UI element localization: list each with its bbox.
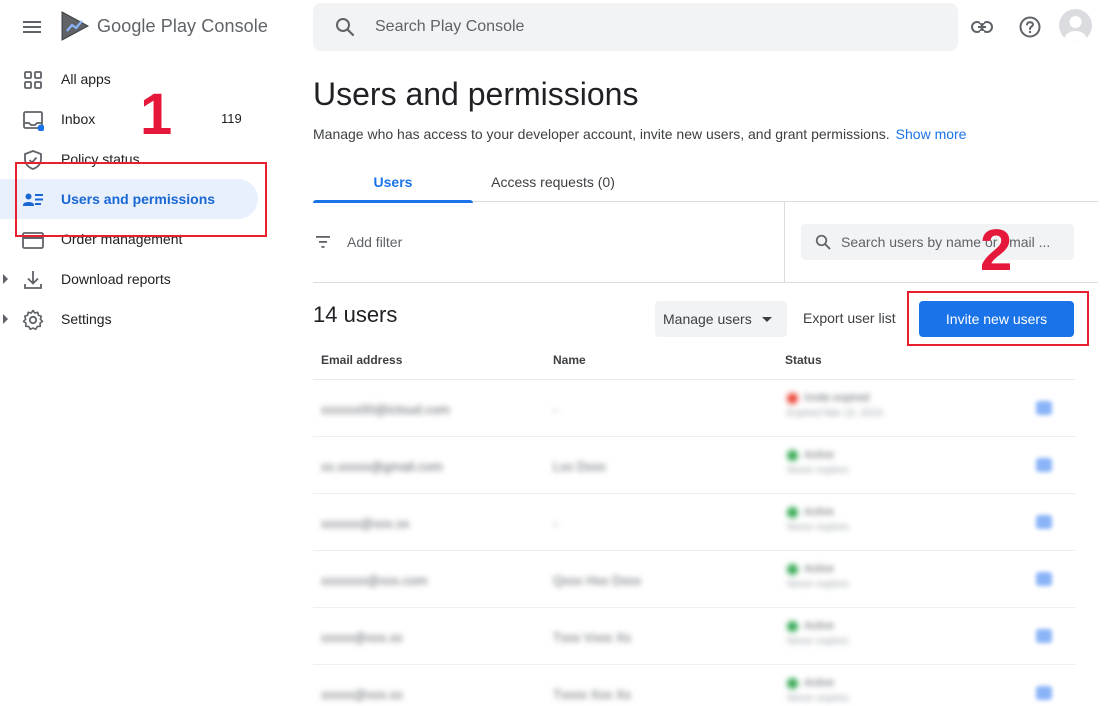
cell-name: Qxxx Hxx Dxxx <box>553 573 642 588</box>
user-search-input[interactable]: Search users by name or email ... <box>801 224 1074 260</box>
status-text: Active <box>804 449 834 461</box>
status-text: Active <box>804 506 834 518</box>
page-title: Users and permissions <box>313 76 639 112</box>
tab-users[interactable]: Users <box>313 162 473 203</box>
cell-name: Lxx Dxxx <box>553 459 606 474</box>
search-placeholder: Search Play Console <box>375 18 525 35</box>
sidebar-item-all-apps[interactable]: All apps <box>0 59 258 99</box>
status-subtext: Never expires <box>787 522 849 533</box>
link-icon[interactable] <box>969 14 995 40</box>
play-console-logo[interactable]: Google Play Console <box>60 10 268 42</box>
help-icon[interactable] <box>1017 14 1043 40</box>
status-subtext: Expired Mar 10, 2023 <box>787 408 883 419</box>
page-description: Manage who has access to your developer … <box>313 126 966 142</box>
manage-users-label: Manage users <box>663 311 752 327</box>
play-console-logo-icon <box>61 11 90 41</box>
cell-email: xxxxx@xxx.xx <box>321 630 403 645</box>
sidebar-item-label: Inbox <box>61 111 96 127</box>
table-row[interactable]: xx.xxxxx@gmail.com Lxx Dxxx Active Never… <box>313 437 1075 494</box>
global-search-input[interactable]: Search Play Console <box>313 3 958 51</box>
annotation-number-2: 2 <box>980 218 1013 283</box>
cell-name: - <box>553 516 558 531</box>
sidebar-item-label: All apps <box>61 71 111 87</box>
export-user-list-button[interactable]: Export user list <box>803 310 896 326</box>
status-subtext: Never expires <box>787 693 849 704</box>
annotation-number-1: 1 <box>140 82 173 147</box>
cell-name: Txxxx Xxx Xx <box>553 687 632 702</box>
account-avatar[interactable] <box>1059 9 1092 42</box>
status-text: Invite expired <box>804 392 870 404</box>
table-row[interactable]: xxxxxxx@xxx.com Qxxx Hxx Dxxx Active Nev… <box>313 551 1075 608</box>
cell-email: xxxxxx00@icloud.com <box>321 402 450 417</box>
hamburger-menu-icon[interactable] <box>22 18 42 36</box>
filter-divider <box>784 202 785 282</box>
show-more-link[interactable]: Show more <box>896 126 967 142</box>
sidebar-item-label: Download reports <box>61 271 171 287</box>
app-title: Google Play Console <box>97 15 269 36</box>
row-action-icon[interactable] <box>1036 686 1052 700</box>
sidebar-item-inbox[interactable]: Inbox 119 <box>0 99 258 139</box>
status-subtext: Never expires <box>787 636 849 647</box>
table-row[interactable]: xxxxx@xxx.xx Txxxx Xxx Xx Active Never e… <box>313 665 1075 706</box>
status-text: Active <box>804 563 834 575</box>
row-action-icon[interactable] <box>1036 401 1052 415</box>
status-dot-icon <box>787 450 798 461</box>
column-header-email[interactable]: Email address <box>321 353 402 367</box>
row-action-icon[interactable] <box>1036 629 1052 643</box>
status-dot-icon <box>787 393 798 404</box>
page-description-text: Manage who has access to your developer … <box>313 126 890 142</box>
tab-access-requests[interactable]: Access requests (0) <box>473 162 633 202</box>
add-filter-label: Add filter <box>347 234 403 250</box>
inbox-count-badge: 119 <box>221 111 242 126</box>
cell-name: Txxx Vxxx Xx <box>553 630 632 645</box>
status-dot-icon <box>787 564 798 575</box>
status-dot-icon <box>787 621 798 632</box>
apps-grid-icon <box>24 71 42 89</box>
row-action-icon[interactable] <box>1036 458 1052 472</box>
row-action-icon[interactable] <box>1036 572 1052 586</box>
status-subtext: Never expires <box>787 465 849 476</box>
inbox-icon <box>23 111 44 131</box>
status-text: Active <box>804 620 834 632</box>
search-icon <box>336 18 355 37</box>
user-search-placeholder: Search users by name or email ... <box>841 234 1051 250</box>
sidebar-item-download-reports[interactable]: Download reports <box>0 259 258 299</box>
expand-caret-icon[interactable] <box>3 274 8 284</box>
cell-name: - <box>553 402 558 417</box>
table-row[interactable]: xxxxx@xxx.xx Txxx Vxxx Xx Active Never e… <box>313 608 1075 665</box>
manage-users-dropdown[interactable]: Manage users <box>655 301 787 337</box>
table-row[interactable]: xxxxxx00@icloud.com - Invite expired Exp… <box>313 380 1075 437</box>
column-header-status[interactable]: Status <box>785 353 822 367</box>
status-dot-icon <box>787 678 798 689</box>
tab-bar: Users Access requests (0) <box>313 162 1098 203</box>
cell-email: xx.xxxxx@gmail.com <box>321 459 443 474</box>
column-header-name[interactable]: Name <box>553 353 586 367</box>
table-row[interactable]: xxxxxx@xxx.xx - Active Never expires <box>313 494 1075 551</box>
download-icon <box>24 271 42 289</box>
gear-icon <box>22 309 44 331</box>
row-action-icon[interactable] <box>1036 515 1052 529</box>
status-subtext: Never expires <box>787 579 849 590</box>
cell-email: xxxxx@xxx.xx <box>321 687 403 702</box>
dropdown-arrow-icon <box>762 317 772 322</box>
status-text: Active <box>804 677 834 689</box>
user-count: 14 users <box>313 302 398 327</box>
expand-caret-icon[interactable] <box>3 314 8 324</box>
annotation-box-1 <box>15 162 267 237</box>
filter-icon <box>316 236 330 248</box>
cell-email: xxxxxxx@xxx.com <box>321 573 428 588</box>
status-dot-icon <box>787 507 798 518</box>
sidebar-item-settings[interactable]: Settings <box>0 299 258 339</box>
add-filter-button[interactable]: Add filter <box>313 228 402 256</box>
annotation-box-2 <box>907 291 1089 346</box>
cell-email: xxxxxx@xxx.xx <box>321 516 410 531</box>
sidebar-item-label: Settings <box>61 311 112 327</box>
search-icon <box>815 234 831 250</box>
